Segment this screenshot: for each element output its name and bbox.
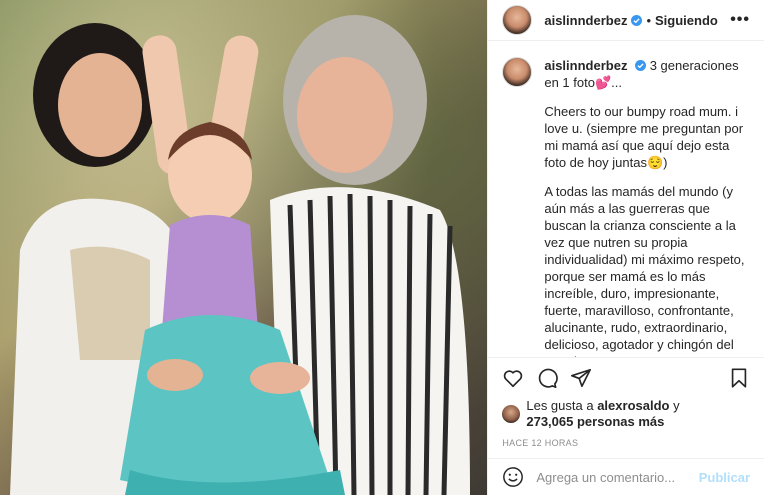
caption-area: aislinnderbez 3 generaciones en 1 foto💕.… xyxy=(488,41,764,357)
caption-first-line: aislinnderbez 3 generaciones en 1 foto💕.… xyxy=(544,57,750,91)
emoji-icon[interactable] xyxy=(502,466,524,488)
caption-username[interactable]: aislinnderbez xyxy=(544,58,627,73)
instagram-post: aislinnderbez • Siguiendo ••• aislinnder… xyxy=(0,0,764,495)
comment-icon[interactable] xyxy=(536,367,559,389)
likes-conjunction: y xyxy=(673,398,680,413)
caption-row: aislinnderbez 3 generaciones en 1 foto💕.… xyxy=(502,57,750,357)
share-icon[interactable] xyxy=(570,367,592,389)
caption-avatar[interactable] xyxy=(502,57,533,87)
post-header: aislinnderbez • Siguiendo ••• xyxy=(488,0,764,41)
liker-avatar[interactable] xyxy=(502,405,521,423)
caption-body: aislinnderbez 3 generaciones en 1 foto💕.… xyxy=(544,57,750,357)
comment-box: Agrega un comentario... Publicar xyxy=(488,458,764,495)
caption-paragraph-2: A todas las mamás del mundo (y aún más a… xyxy=(544,184,745,357)
action-bar xyxy=(488,357,764,398)
liker-username[interactable]: alexrosaldo xyxy=(597,398,669,413)
likes-prefix: Les gusta a xyxy=(526,398,594,413)
likes-count[interactable]: 273,065 personas más xyxy=(526,414,664,429)
more-options-icon[interactable]: ••• xyxy=(730,11,750,29)
publish-button[interactable]: Publicar xyxy=(699,470,750,485)
caption-paragraph-1: Cheers to our bumpy road mum. i love u. … xyxy=(544,104,744,170)
header-separator: • xyxy=(646,12,651,28)
bookmark-icon[interactable] xyxy=(728,367,750,389)
avatar[interactable] xyxy=(502,5,533,35)
post-photo[interactable] xyxy=(0,0,488,495)
follow-status-button[interactable]: Siguiendo xyxy=(655,13,718,28)
post-sidebar: aislinnderbez • Siguiendo ••• aislinnder… xyxy=(487,0,764,495)
header-username[interactable]: aislinnderbez xyxy=(544,13,627,28)
post-timestamp[interactable]: HACE 12 HORAS xyxy=(488,430,764,458)
caption-verified-icon xyxy=(635,60,647,71)
likes-row: Les gusta a alexrosaldo y 273,065 person… xyxy=(488,398,764,430)
likes-text: Les gusta a alexrosaldo y 273,065 person… xyxy=(526,398,679,430)
verified-badge-icon xyxy=(631,14,643,26)
comment-input[interactable]: Agrega un comentario... xyxy=(536,470,698,485)
photo-people-illustration xyxy=(10,15,470,495)
heart-icon[interactable] xyxy=(502,367,524,389)
